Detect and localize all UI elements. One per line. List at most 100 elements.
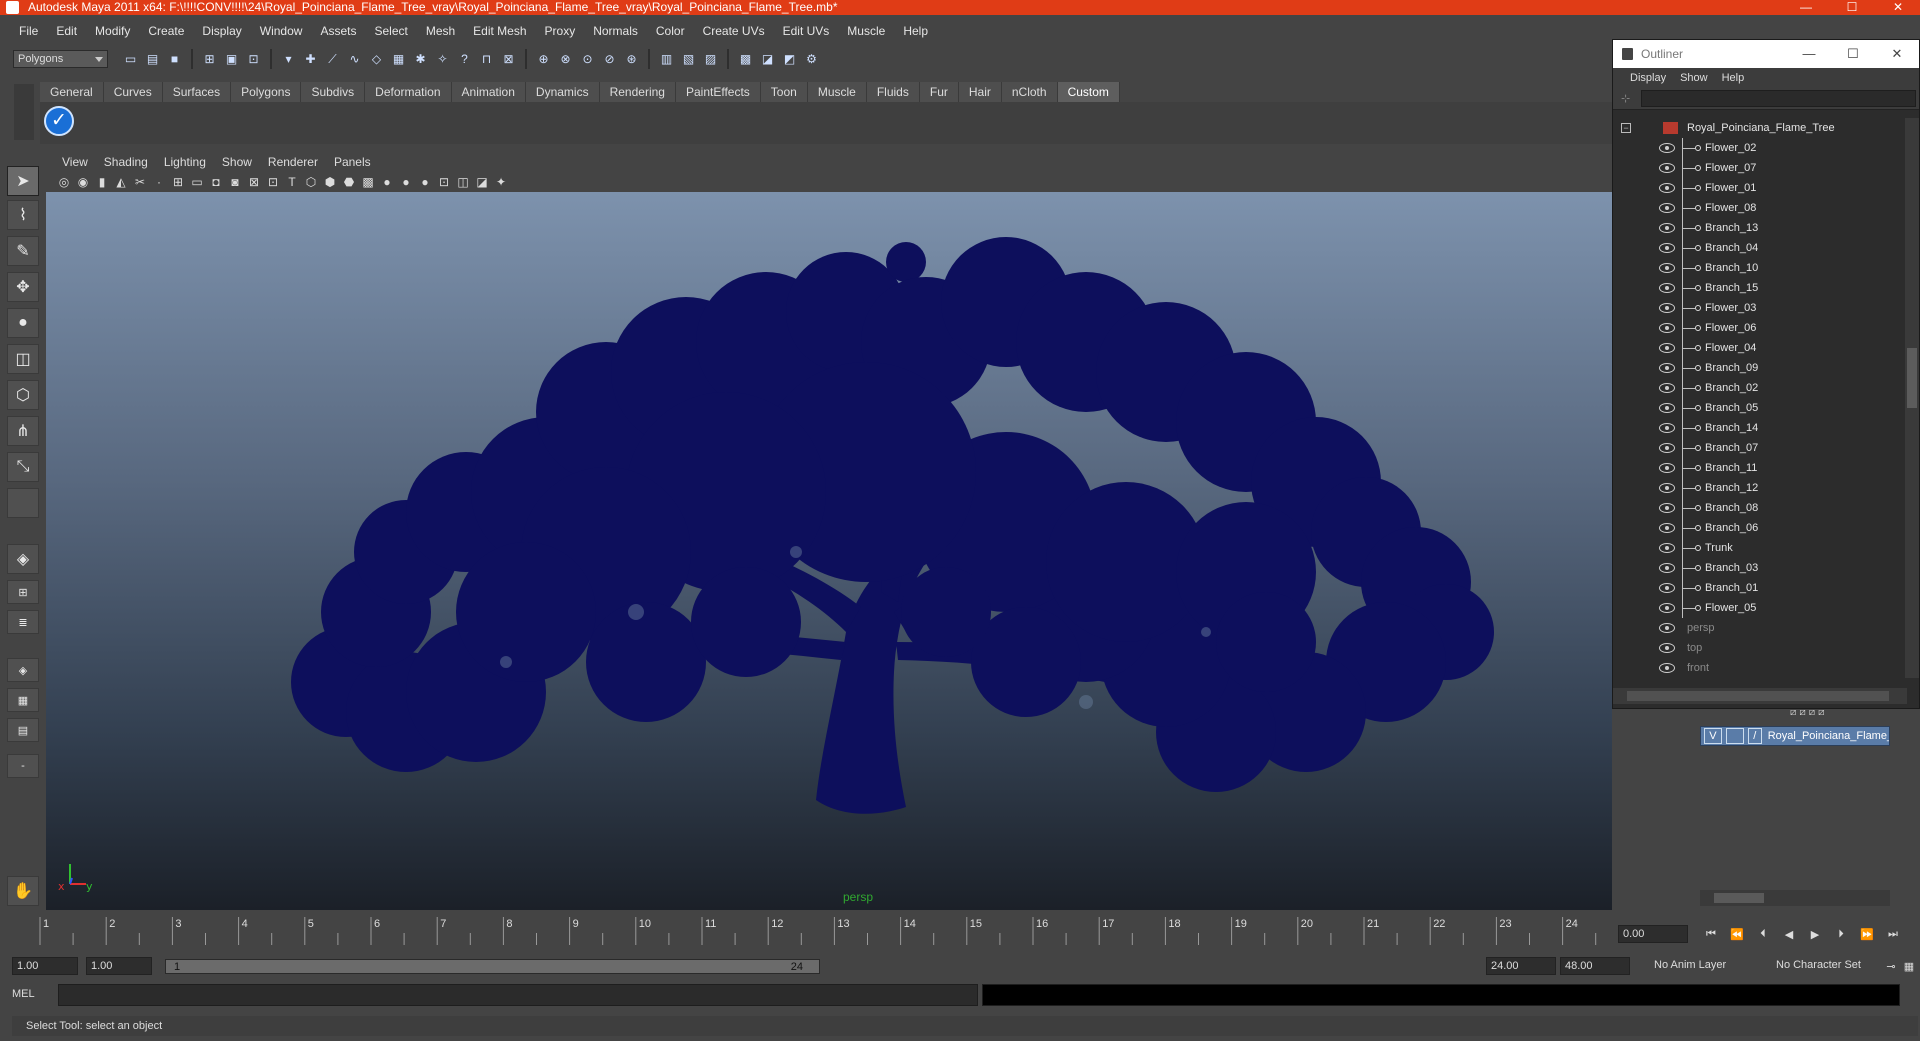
- go-to-start-icon[interactable]: ⏮: [1700, 925, 1722, 943]
- render-settings-icon[interactable]: ⚙: [802, 49, 821, 69]
- outliner-item[interactable]: Branch_04: [1613, 238, 1903, 258]
- panel-menu-renderer[interactable]: Renderer: [260, 155, 326, 169]
- render-view-icon[interactable]: ▩: [736, 49, 755, 69]
- custom-layout-icon[interactable]: ▤: [7, 718, 39, 742]
- select-surface-icon[interactable]: ◇: [367, 49, 386, 69]
- grease-pencil-icon[interactable]: ·: [151, 174, 167, 190]
- menu-mesh[interactable]: Mesh: [417, 24, 464, 38]
- outliner-item[interactable]: Branch_01: [1613, 578, 1903, 598]
- field-chart-icon[interactable]: ⊠: [246, 174, 262, 190]
- character-set-dropdown[interactable]: No Character Set: [1772, 957, 1882, 975]
- resolution-gate-icon[interactable]: ◘: [208, 174, 224, 190]
- select-by-component-icon[interactable]: ⊡: [244, 49, 263, 69]
- outliner-item[interactable]: Branch_02: [1613, 378, 1903, 398]
- menu-create-uvs[interactable]: Create UVs: [694, 24, 774, 38]
- select-joint-icon[interactable]: ⟋: [323, 49, 342, 69]
- shelf-tab-animation[interactable]: Animation: [451, 82, 526, 102]
- textured-icon[interactable]: ▩: [360, 174, 376, 190]
- minimize-button[interactable]: —: [1784, 0, 1828, 15]
- menu-color[interactable]: Color: [647, 24, 694, 38]
- hotbox-icon[interactable]: ✋: [7, 876, 39, 906]
- outliner-item[interactable]: Branch_07: [1613, 438, 1903, 458]
- outliner-item[interactable]: Branch_08: [1613, 498, 1903, 518]
- safe-title-icon[interactable]: T: [284, 174, 300, 190]
- outliner-item[interactable]: Flower_07: [1613, 158, 1903, 178]
- move-tool-icon[interactable]: ✥: [7, 272, 39, 302]
- outliner-item[interactable]: Branch_15: [1613, 278, 1903, 298]
- outliner-root-item[interactable]: − Royal_Poinciana_Flame_Tree: [1613, 118, 1903, 138]
- step-back-key-icon[interactable]: ⏴: [1752, 925, 1774, 943]
- bookmarks-icon[interactable]: ▮: [94, 174, 110, 190]
- panel-menu-view[interactable]: View: [54, 155, 96, 169]
- playback-start-field[interactable]: 1.00: [86, 957, 152, 975]
- open-scene-icon[interactable]: ▤: [143, 49, 162, 69]
- shelf-tab-fluids[interactable]: Fluids: [866, 82, 920, 102]
- outliner-item[interactable]: Branch_05: [1613, 398, 1903, 418]
- range-slider-end[interactable]: 24: [791, 961, 803, 973]
- step-forward-key-icon[interactable]: ⏵: [1830, 925, 1852, 943]
- outliner-item[interactable]: Branch_09: [1613, 358, 1903, 378]
- shelf-tab-toon[interactable]: Toon: [760, 82, 808, 102]
- graph-editor-layout-icon[interactable]: ◈: [7, 658, 39, 682]
- outliner-vertical-scrollbar[interactable]: [1905, 118, 1919, 678]
- smooth-shading-icon[interactable]: ⬢: [322, 174, 338, 190]
- select-curve-icon[interactable]: ∿: [345, 49, 364, 69]
- layer-editor-toolbar[interactable]: ⧄⧄⧄⧄: [1790, 707, 1890, 719]
- outliner-item[interactable]: Branch_10: [1613, 258, 1903, 278]
- scrollbar-thumb[interactable]: [1627, 691, 1889, 701]
- menu-normals[interactable]: Normals: [584, 24, 647, 38]
- outliner-camera-item[interactable]: persp: [1613, 618, 1903, 638]
- render-current-frame-icon[interactable]: ◪: [758, 49, 777, 69]
- outliner-menu-help[interactable]: Help: [1715, 72, 1752, 84]
- lock-selection-icon[interactable]: ⊓: [477, 49, 496, 69]
- menu-edit-mesh[interactable]: Edit Mesh: [464, 24, 535, 38]
- use-all-lights-icon[interactable]: ●: [379, 174, 395, 190]
- outliner-item[interactable]: Flower_01: [1613, 178, 1903, 198]
- outliner-item[interactable]: Flower_04: [1613, 338, 1903, 358]
- layer-visibility-toggle[interactable]: V: [1704, 728, 1722, 744]
- highlight-selection-icon[interactable]: ⊠: [499, 49, 518, 69]
- start-time-field[interactable]: 1.00: [12, 957, 78, 975]
- outliner-item[interactable]: Flower_05: [1613, 598, 1903, 618]
- select-rendering-icon[interactable]: ✧: [433, 49, 452, 69]
- select-tool-icon[interactable]: ➤: [7, 166, 39, 196]
- outliner-item[interactable]: Flower_06: [1613, 318, 1903, 338]
- menu-muscle[interactable]: Muscle: [838, 24, 894, 38]
- outliner-horizontal-scrollbar[interactable]: [1613, 688, 1907, 704]
- current-time-field[interactable]: 0.00: [1618, 925, 1688, 943]
- menu-modify[interactable]: Modify: [86, 24, 139, 38]
- select-by-hierarchy-icon[interactable]: ⊞: [200, 49, 219, 69]
- outliner-item[interactable]: Flower_03: [1613, 298, 1903, 318]
- select-handle-icon[interactable]: ✚: [301, 49, 320, 69]
- shelf-tab-fur[interactable]: Fur: [919, 82, 959, 102]
- xray-joints-icon[interactable]: ◪: [474, 174, 490, 190]
- outliner-menu-display[interactable]: Display: [1623, 72, 1673, 84]
- four-view-layout-icon[interactable]: ⊞: [7, 580, 39, 604]
- gate-mask-icon[interactable]: ◙: [227, 174, 243, 190]
- paint-select-tool-icon[interactable]: ✎: [7, 236, 39, 266]
- new-scene-icon[interactable]: ▭: [121, 49, 140, 69]
- menu-set-dropdown[interactable]: Polygons: [13, 50, 108, 68]
- select-by-object-icon[interactable]: ▣: [222, 49, 241, 69]
- snap-to-curve-icon[interactable]: ⊗: [556, 49, 575, 69]
- wireframe-on-shaded-icon[interactable]: ⬣: [341, 174, 357, 190]
- view-2d-pan-icon[interactable]: ✂: [132, 174, 148, 190]
- playback-end-field[interactable]: 24.00: [1486, 957, 1556, 975]
- shelf-tab-dynamics[interactable]: Dynamics: [525, 82, 600, 102]
- shelf-tab-painteffects[interactable]: PaintEffects: [675, 82, 761, 102]
- menu-edit-uvs[interactable]: Edit UVs: [774, 24, 839, 38]
- ipr-render-icon[interactable]: ◩: [780, 49, 799, 69]
- anim-layer-dropdown[interactable]: No Anim Layer: [1650, 957, 1760, 975]
- outliner-maximize-button[interactable]: ☐: [1831, 40, 1875, 68]
- shadows-icon[interactable]: ●: [398, 174, 414, 190]
- shelf-tab-curves[interactable]: Curves: [103, 82, 163, 102]
- safe-action-icon[interactable]: ⊡: [265, 174, 281, 190]
- input-ops-icon[interactable]: ▥: [657, 49, 676, 69]
- outliner-item[interactable]: Branch_14: [1613, 418, 1903, 438]
- hud-toggle-icon[interactable]: ✦: [493, 174, 509, 190]
- animation-prefs-icon[interactable]: ▦: [1898, 957, 1920, 975]
- shelf-tab-general[interactable]: General: [40, 82, 104, 102]
- select-dynamic-icon[interactable]: ✱: [411, 49, 430, 69]
- outliner-layout-icon[interactable]: ≣: [7, 610, 39, 634]
- mel-label[interactable]: MEL: [12, 988, 35, 1000]
